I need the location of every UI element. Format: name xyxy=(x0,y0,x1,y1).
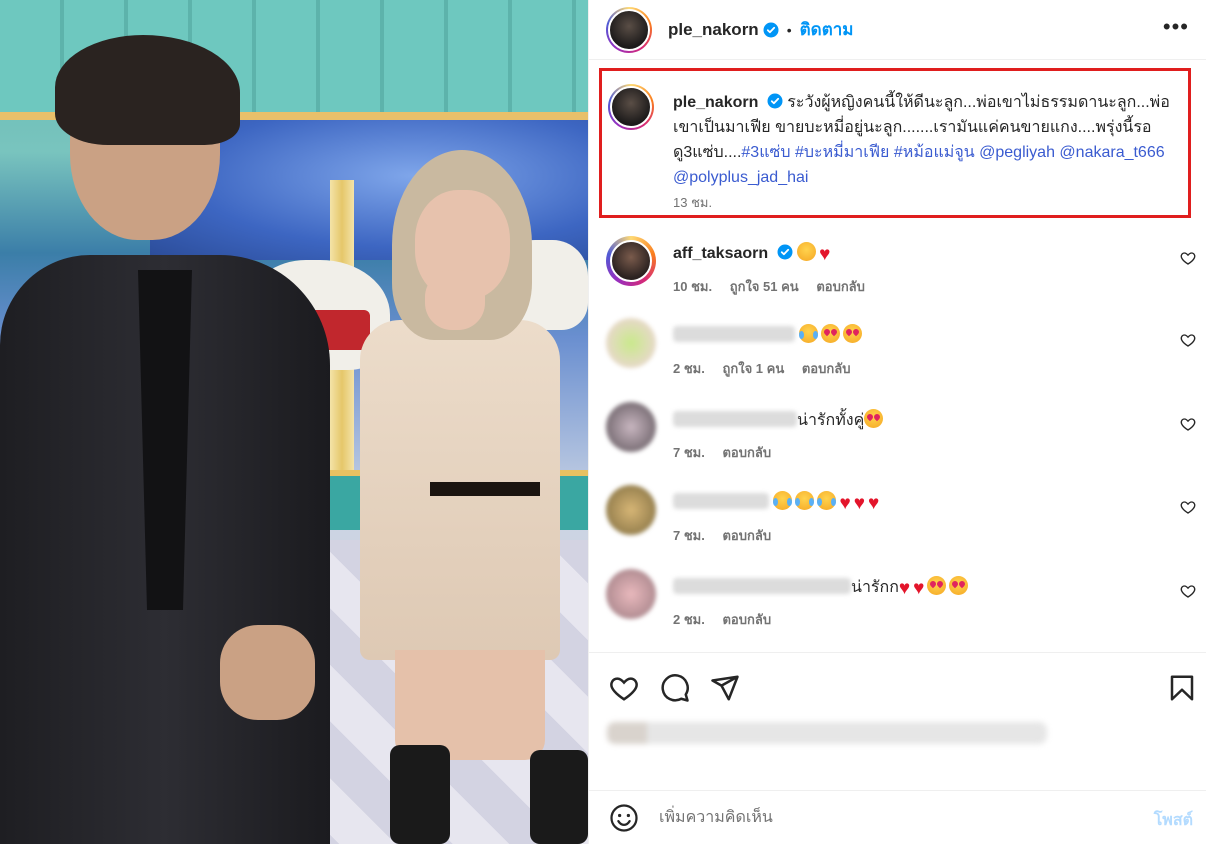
like-comment-heart-icon[interactable] xyxy=(1180,416,1196,432)
mention-link[interactable]: @pegliyah xyxy=(979,144,1055,161)
like-heart-icon[interactable] xyxy=(609,673,639,703)
like-comment-heart-icon[interactable] xyxy=(1180,499,1196,515)
grinning-emoji-icon xyxy=(797,242,817,261)
separator-dot: • xyxy=(786,21,792,38)
hashtag-link[interactable]: #หม้อแม่จูน xyxy=(894,144,975,161)
comment-body: aff_taksaorn ♥ xyxy=(673,242,833,264)
comment-composer: โพสต์ xyxy=(589,790,1206,844)
person-boy-hair xyxy=(55,35,240,145)
comment-meta: 2 ชม. ถูกใจ 1 คน ตอบกลับ xyxy=(673,358,864,379)
liked-by-summary-blurred[interactable] xyxy=(607,722,1047,744)
reply-button[interactable]: ตอบกลับ xyxy=(802,361,851,376)
hashtag-link[interactable]: #บะหมี่มาเฟีย xyxy=(795,144,889,161)
red-heart-emoji-icon: ♥ xyxy=(853,493,866,514)
post-comment-button[interactable]: โพสต์ xyxy=(1154,808,1193,833)
author-avatar[interactable] xyxy=(606,6,652,53)
post-action-bar xyxy=(589,652,1206,722)
more-options-icon[interactable]: ••• xyxy=(1163,16,1189,38)
comment-body xyxy=(673,324,865,345)
commenter-username-blurred[interactable] xyxy=(673,411,797,427)
tears-of-joy-emoji-icon xyxy=(799,324,819,343)
person-girl-boot xyxy=(390,745,450,844)
smiling-hearts-emoji-icon xyxy=(949,576,969,595)
comment-likes[interactable]: ถูกใจ 51 คน xyxy=(730,279,799,294)
verified-badge-icon xyxy=(763,22,779,37)
comment-meta: 7 ชม. ตอบกลับ xyxy=(673,525,785,546)
tears-of-joy-emoji-icon xyxy=(773,491,793,510)
commenter-avatar[interactable] xyxy=(606,236,656,286)
verified-badge-icon xyxy=(777,244,793,260)
follow-button[interactable]: ติดตาม xyxy=(800,16,854,43)
emoji-picker-smile-icon[interactable] xyxy=(609,803,639,833)
like-comment-heart-icon[interactable] xyxy=(1180,250,1196,266)
like-comment-heart-icon[interactable] xyxy=(1180,332,1196,348)
commenter-avatar[interactable] xyxy=(606,485,656,535)
caption-avatar-image xyxy=(610,86,652,128)
post-caption: ple_nakorn ระวังผู้หญิงคนนี้ให้ดีนะลูก..… xyxy=(673,90,1193,190)
comment-timestamp[interactable]: 7 ชม. xyxy=(673,528,705,543)
commenter-username-blurred[interactable] xyxy=(673,326,795,342)
commenter-username-blurred[interactable] xyxy=(673,578,851,594)
comment-body: น่ารักก♥ ♥ xyxy=(673,575,971,600)
heart-eyes-emoji-icon xyxy=(821,324,841,343)
comment-body: น่ารักทั้งคู่ xyxy=(673,408,886,433)
author-username[interactable]: ple_nakorn xyxy=(668,20,759,40)
reply-button[interactable]: ตอบกลับ xyxy=(816,279,865,294)
red-heart-emoji-icon: ♥ xyxy=(913,578,925,599)
caption-author-avatar[interactable] xyxy=(608,84,654,130)
comment-text: น่ารักทั้งคู่ xyxy=(797,412,865,429)
like-comment-heart-icon[interactable] xyxy=(1180,583,1196,599)
reply-button[interactable]: ตอบกลับ xyxy=(722,445,771,460)
commenter-avatar[interactable] xyxy=(606,569,656,619)
commenter-avatar[interactable] xyxy=(606,318,656,368)
tears-of-joy-emoji-icon xyxy=(817,491,837,510)
comment-meta: 7 ชม. ตอบกลับ xyxy=(673,442,785,463)
reply-button[interactable]: ตอบกลับ xyxy=(722,528,771,543)
red-heart-emoji-icon: ♥ xyxy=(839,493,851,514)
mention-link[interactable]: @nakara_t666 xyxy=(1059,144,1164,161)
post-header: ple_nakorn • ติดตาม ••• xyxy=(589,0,1206,60)
comment-timestamp[interactable]: 2 ชม. xyxy=(673,612,705,627)
add-comment-input[interactable] xyxy=(659,805,1129,831)
red-heart-emoji-icon: ♥ xyxy=(898,578,911,599)
reply-button[interactable]: ตอบกลับ xyxy=(722,612,771,627)
commenter-avatar[interactable] xyxy=(606,402,656,452)
comment-timestamp[interactable]: 7 ชม. xyxy=(673,445,705,460)
comment-timestamp[interactable]: 10 ชม. xyxy=(673,279,712,294)
comment-timestamp[interactable]: 2 ชม. xyxy=(673,361,705,376)
person-girl-boot xyxy=(530,750,588,844)
caption-timestamp[interactable]: 13 ชม. xyxy=(673,192,712,213)
verified-badge-icon xyxy=(767,93,783,109)
heart-eyes-emoji-icon xyxy=(843,324,863,343)
post-photo[interactable] xyxy=(0,0,588,844)
comment-body: ♥ ♥ ♥ xyxy=(673,491,882,513)
commenter-avatar-image xyxy=(610,240,652,282)
hashtag-link[interactable]: #3แซ่บ xyxy=(741,144,790,161)
smiling-hearts-emoji-icon xyxy=(927,576,947,595)
share-paper-plane-icon[interactable] xyxy=(710,673,740,703)
save-bookmark-icon[interactable] xyxy=(1167,673,1197,703)
person-girl-hand xyxy=(425,270,485,330)
comment-likes[interactable]: ถูกใจ 1 คน xyxy=(722,361,784,376)
comment-bubble-icon[interactable] xyxy=(660,673,690,703)
tears-of-joy-emoji-icon xyxy=(795,491,815,510)
person-boy-hands xyxy=(220,625,315,720)
comment-text: น่ารักก xyxy=(851,579,899,596)
caption-username[interactable]: ple_nakorn xyxy=(673,94,758,111)
commenter-username[interactable]: aff_taksaorn xyxy=(673,245,768,262)
person-girl-belt xyxy=(430,482,540,496)
post-side-panel: ple_nakorn • ติดตาม ••• ple_nakorn ระวัง… xyxy=(588,0,1206,844)
red-heart-emoji-icon: ♥ xyxy=(819,244,831,265)
comment-meta: 2 ชม. ตอบกลับ xyxy=(673,609,785,630)
author-avatar-image xyxy=(608,8,650,51)
person-girl-legs xyxy=(395,650,545,760)
mention-link[interactable]: @polyplus_jad_hai xyxy=(673,169,808,186)
heart-eyes-emoji-icon xyxy=(864,409,884,428)
red-heart-emoji-icon: ♥ xyxy=(868,493,880,514)
comment-meta: 10 ชม. ถูกใจ 51 คน ตอบกลับ xyxy=(673,276,879,297)
commenter-username-blurred[interactable] xyxy=(673,493,769,509)
